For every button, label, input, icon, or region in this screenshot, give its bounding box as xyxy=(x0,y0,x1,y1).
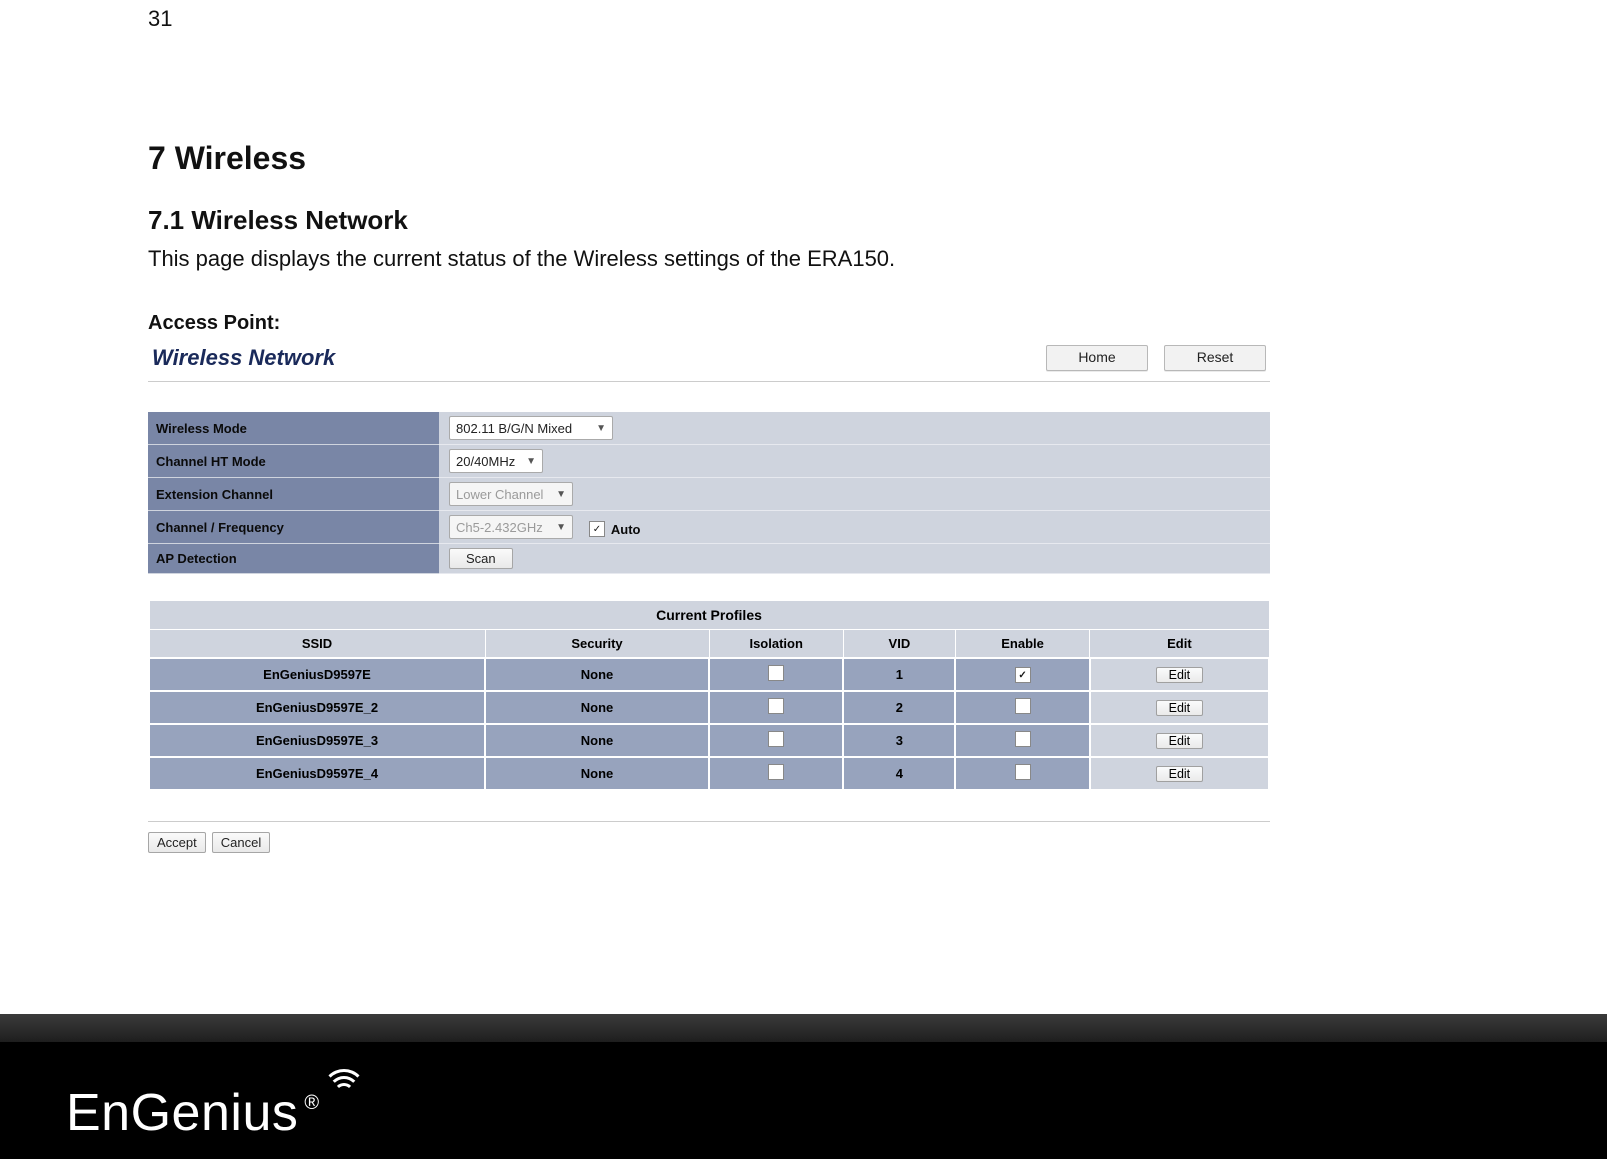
brand-text: EnGenius xyxy=(66,1084,298,1142)
column-header-ssid: SSID xyxy=(149,630,485,659)
edit-cell: Edit xyxy=(1090,724,1269,757)
scan-button[interactable]: Scan xyxy=(449,548,513,569)
channel-ht-select-value: 20/40MHz xyxy=(456,454,515,469)
security-cell: None xyxy=(485,658,709,691)
section-heading: 7 Wireless xyxy=(148,140,1328,177)
brand-logo: EnGenius ® xyxy=(66,1087,319,1139)
chevron-down-icon: ▼ xyxy=(526,456,536,467)
page-number: 31 xyxy=(148,6,172,32)
column-header-security: Security xyxy=(485,630,709,659)
security-cell: None xyxy=(485,757,709,790)
extension-channel-select[interactable]: Lower Channel ▼ xyxy=(449,482,573,506)
enable-cell xyxy=(955,724,1089,757)
chevron-down-icon: ▼ xyxy=(556,489,566,500)
settings-table: Wireless Mode 802.11 B/G/N Mixed ▼ Chann… xyxy=(148,412,1270,574)
wireless-network-panel: Wireless Network Home Reset Wireless Mod… xyxy=(148,341,1270,853)
isolation-checkbox[interactable] xyxy=(768,665,784,681)
panel-title: Wireless Network xyxy=(152,345,335,371)
enable-checkbox[interactable] xyxy=(1015,764,1031,780)
chevron-down-icon: ▼ xyxy=(556,522,566,533)
edit-button[interactable]: Edit xyxy=(1156,766,1204,782)
row-label-wireless-mode: Wireless Mode xyxy=(148,412,439,445)
table-row: EnGeniusD9597E_3 None 3 Edit xyxy=(149,724,1269,757)
wireless-mode-select-value: 802.11 B/G/N Mixed xyxy=(456,421,572,436)
footer-strip xyxy=(0,1014,1607,1042)
vid-cell: 3 xyxy=(843,724,955,757)
vid-cell: 2 xyxy=(843,691,955,724)
security-cell: None xyxy=(485,691,709,724)
column-header-enable: Enable xyxy=(955,630,1089,659)
ssid-cell: EnGeniusD9597E_2 xyxy=(149,691,485,724)
auto-checkbox[interactable] xyxy=(589,521,605,537)
edit-cell: Edit xyxy=(1090,691,1269,724)
enable-cell xyxy=(955,757,1089,790)
isolation-checkbox[interactable] xyxy=(768,731,784,747)
section-description: This page displays the current status of… xyxy=(148,246,1328,272)
table-row: EnGeniusD9597E_4 None 4 Edit xyxy=(149,757,1269,790)
current-profiles-table: Current Profiles SSID Security Isolation… xyxy=(148,600,1270,791)
wireless-mode-select[interactable]: 802.11 B/G/N Mixed ▼ xyxy=(449,416,613,440)
home-button[interactable]: Home xyxy=(1046,345,1148,371)
edit-button[interactable]: Edit xyxy=(1156,667,1204,683)
channel-frequency-select-value: Ch5-2.432GHz xyxy=(456,520,543,535)
horizontal-rule xyxy=(148,821,1270,822)
table-row: EnGeniusD9597E None 1 Edit xyxy=(149,658,1269,691)
isolation-cell xyxy=(709,658,843,691)
isolation-cell xyxy=(709,757,843,790)
accept-button[interactable]: Accept xyxy=(148,832,206,853)
enable-checkbox[interactable] xyxy=(1015,698,1031,714)
enable-cell xyxy=(955,691,1089,724)
column-header-isolation: Isolation xyxy=(709,630,843,659)
registered-trademark-icon: ® xyxy=(304,1092,319,1115)
edit-button[interactable]: Edit xyxy=(1156,733,1204,749)
current-profiles-title: Current Profiles xyxy=(149,601,1269,630)
wifi-icon xyxy=(324,1069,364,1105)
ssid-cell: EnGeniusD9597E_4 xyxy=(149,757,485,790)
enable-cell xyxy=(955,658,1089,691)
reset-button[interactable]: Reset xyxy=(1164,345,1266,371)
ssid-cell: EnGeniusD9597E_3 xyxy=(149,724,485,757)
edit-cell: Edit xyxy=(1090,658,1269,691)
auto-label: Auto xyxy=(611,522,641,537)
channel-ht-select[interactable]: 20/40MHz ▼ xyxy=(449,449,543,473)
security-cell: None xyxy=(485,724,709,757)
subsection-heading: 7.1 Wireless Network xyxy=(148,205,1328,236)
chevron-down-icon: ▼ xyxy=(596,423,606,434)
row-label-extension-channel: Extension Channel xyxy=(148,478,439,511)
cancel-button[interactable]: Cancel xyxy=(212,832,270,853)
row-label-channel-frequency: Channel / Frequency xyxy=(148,511,439,544)
channel-frequency-select[interactable]: Ch5-2.432GHz ▼ xyxy=(449,515,573,539)
page-footer: EnGenius ® xyxy=(0,1014,1607,1159)
isolation-cell xyxy=(709,691,843,724)
row-label-ap-detection: AP Detection xyxy=(148,544,439,574)
isolation-checkbox[interactable] xyxy=(768,764,784,780)
extension-channel-select-value: Lower Channel xyxy=(456,487,543,502)
enable-checkbox[interactable] xyxy=(1015,667,1031,683)
enable-checkbox[interactable] xyxy=(1015,731,1031,747)
table-row: EnGeniusD9597E_2 None 2 Edit xyxy=(149,691,1269,724)
isolation-cell xyxy=(709,724,843,757)
column-header-edit: Edit xyxy=(1090,630,1269,659)
column-header-vid: VID xyxy=(843,630,955,659)
row-label-channel-ht: Channel HT Mode xyxy=(148,445,439,478)
isolation-checkbox[interactable] xyxy=(768,698,784,714)
vid-cell: 1 xyxy=(843,658,955,691)
edit-button[interactable]: Edit xyxy=(1156,700,1204,716)
edit-cell: Edit xyxy=(1090,757,1269,790)
ssid-cell: EnGeniusD9597E xyxy=(149,658,485,691)
access-point-label: Access Point: xyxy=(148,312,1328,335)
vid-cell: 4 xyxy=(843,757,955,790)
